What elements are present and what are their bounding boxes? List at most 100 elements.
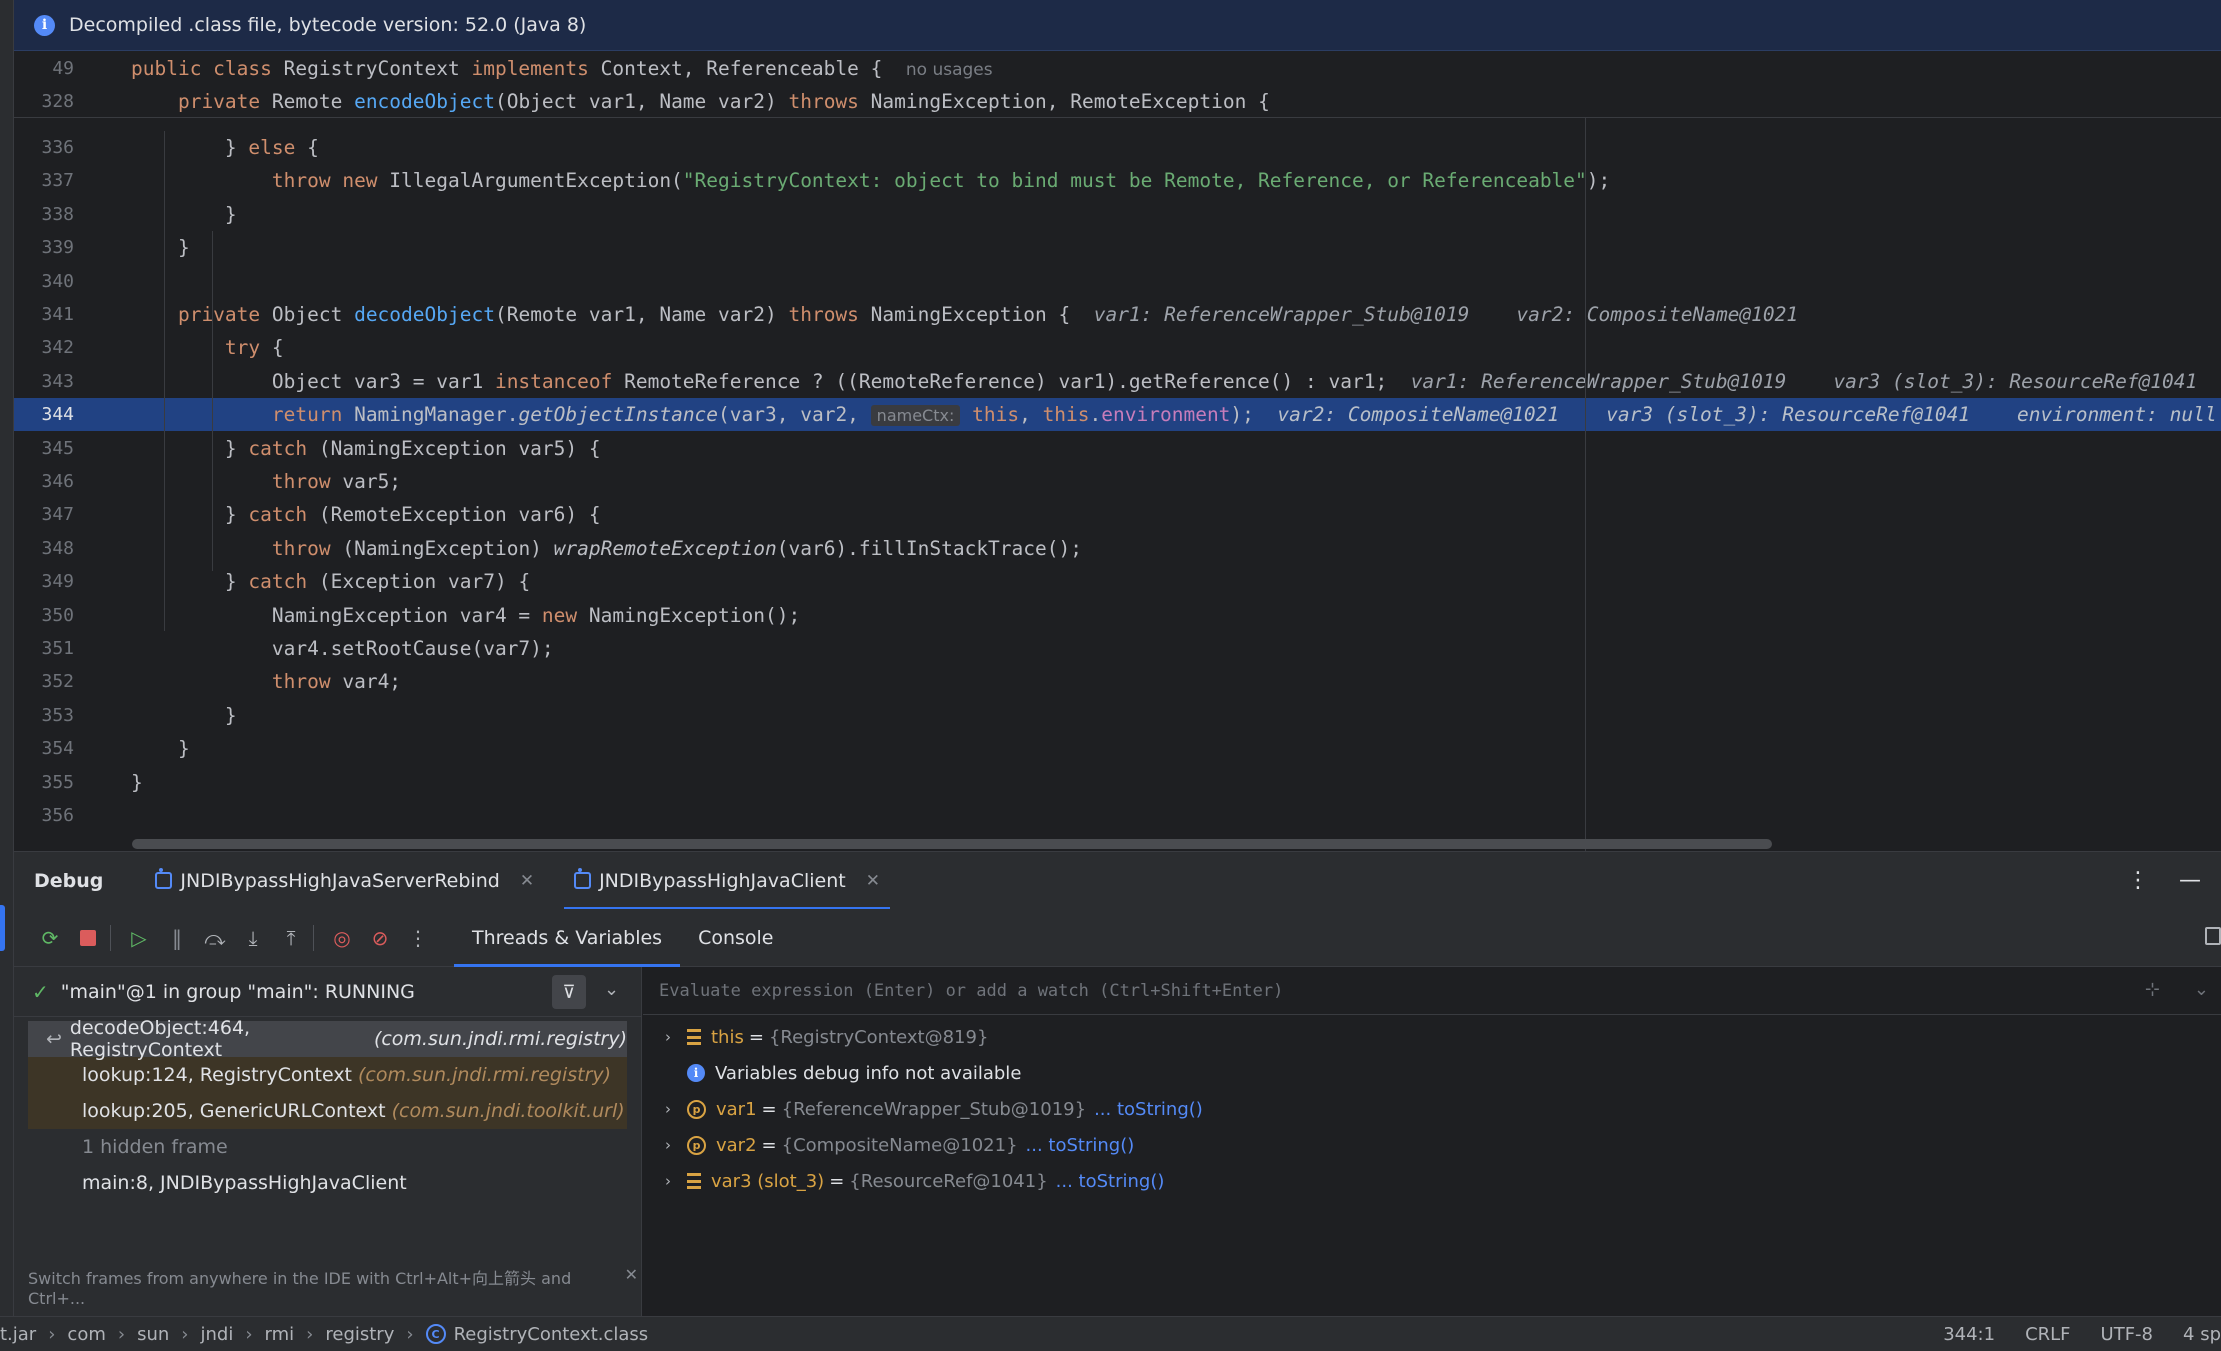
breadcrumb-file[interactable]: RegistryContext.class <box>454 1324 649 1345</box>
evaluate-input[interactable]: Evaluate expression (Enter) or add a wat… <box>643 967 2221 1015</box>
breadcrumb-item[interactable]: com <box>67 1324 105 1345</box>
code-line[interactable]: 342 try { <box>14 331 2221 364</box>
code-line[interactable]: 340 <box>14 265 2221 298</box>
code-line[interactable]: 349 } catch (Exception var7) { <box>14 565 2221 598</box>
line-number[interactable]: 336 <box>14 137 74 158</box>
stack-frame[interactable]: lookup:205, GenericURLContext (com.sun.jn… <box>28 1093 627 1129</box>
line-number[interactable]: 342 <box>14 337 74 358</box>
variable-row[interactable]: › var3 (slot_3) = {ResourceRef@1041} ... toS… <box>643 1163 2221 1199</box>
caret-position[interactable]: 344:1 <box>1943 1324 1995 1345</box>
code-line[interactable]: 345 } catch (NamingException var5) { <box>14 432 2221 465</box>
hidden-frames-toggle[interactable]: 1 hidden frame <box>28 1129 627 1165</box>
line-number[interactable]: 339 <box>14 237 74 258</box>
stop-icon[interactable] <box>72 922 104 954</box>
code-line[interactable]: 336 } else { <box>14 131 2221 164</box>
line-number[interactable]: 344 <box>14 404 74 425</box>
variable-row[interactable]: › p var1 = {ReferenceWrapper_Stub@1019} ... t… <box>643 1091 2221 1127</box>
tab-server-rebind[interactable]: JNDIBypassHighJavaServerRebind ✕ <box>145 852 544 910</box>
pause-icon[interactable]: ‖ <box>161 922 193 954</box>
mute-breakpoints-icon[interactable]: ⊘ <box>364 922 396 954</box>
sticky-header-lines[interactable]: 49 public class RegistryContext implement… <box>14 51 2221 118</box>
code-line[interactable]: 355} <box>14 766 2221 799</box>
close-icon[interactable]: ✕ <box>520 871 534 891</box>
code-editor[interactable]: 49 public class RegistryContext implement… <box>14 51 2221 851</box>
line-separator[interactable]: CRLF <box>2025 1324 2070 1345</box>
code-line[interactable]: 49 public class RegistryContext implement… <box>14 52 2221 85</box>
more-actions-icon[interactable]: ⋮ <box>402 922 434 954</box>
breadcrumb-item[interactable]: jndi <box>200 1324 233 1345</box>
close-icon[interactable]: ✕ <box>625 1265 638 1308</box>
close-icon[interactable]: ✕ <box>866 871 880 891</box>
tostring-link[interactable]: ... toString() <box>1026 1135 1135 1156</box>
variables-info-row[interactable]: i Variables debug info not available <box>643 1055 2221 1091</box>
chevron-right-icon[interactable]: › <box>665 1100 687 1118</box>
breadcrumb-item[interactable]: sun <box>137 1324 169 1345</box>
chevron-right-icon[interactable]: › <box>665 1028 687 1046</box>
stack-frame[interactable]: main:8, JNDIBypassHighJavaClient <box>28 1165 627 1201</box>
line-number[interactable]: 353 <box>14 705 74 726</box>
variable-row[interactable]: › p var2 = {CompositeName@1021} ... toString(… <box>643 1127 2221 1163</box>
line-number[interactable]: 345 <box>14 438 74 459</box>
chevron-down-icon[interactable]: ⌄ <box>604 979 619 1000</box>
thread-selector[interactable]: ✓ "main"@1 in group "main": RUNNING ⊽ ⌄ <box>14 967 641 1017</box>
step-out-icon[interactable]: ⤒ <box>275 922 307 954</box>
stack-frame[interactable]: ↩ decodeObject:464, RegistryContext (com.s… <box>28 1017 627 1061</box>
line-number[interactable]: 337 <box>14 170 74 191</box>
line-number[interactable]: 338 <box>14 204 74 225</box>
line-number[interactable]: 347 <box>14 504 74 525</box>
breadcrumb-item[interactable]: registry <box>325 1324 394 1345</box>
filter-icon[interactable]: ⊽ <box>552 975 586 1009</box>
line-number[interactable]: 352 <box>14 671 74 692</box>
code-line[interactable]: 344 return NamingManager.getObjectInstan… <box>14 398 2221 432</box>
code-line[interactable]: 347 } catch (RemoteException var6) { <box>14 498 2221 531</box>
stack-frame[interactable]: lookup:124, RegistryContext (com.sun.jndi… <box>28 1057 627 1093</box>
line-number[interactable]: 350 <box>14 605 74 626</box>
line-number[interactable]: 49 <box>14 58 74 79</box>
indent-setting[interactable]: 4 sp <box>2183 1324 2221 1345</box>
code-line[interactable]: 338 } <box>14 198 2221 231</box>
code-line[interactable]: 351 var4.setRootCause(var7); <box>14 632 2221 665</box>
breadcrumb-item[interactable]: t.jar <box>0 1324 36 1345</box>
more-options-icon[interactable]: ⋮ <box>2127 868 2149 893</box>
step-over-icon[interactable]: ⤼ <box>199 922 231 954</box>
line-number[interactable]: 340 <box>14 271 74 292</box>
code-line[interactable]: 350 NamingException var4 = new NamingExc… <box>14 599 2221 632</box>
code-line[interactable]: 339 } <box>14 231 2221 264</box>
code-line[interactable]: 356 <box>14 799 2221 832</box>
code-line[interactable]: 353 } <box>14 699 2221 732</box>
layout-icon[interactable] <box>2205 927 2221 945</box>
line-number[interactable]: 341 <box>14 304 74 325</box>
code-line[interactable]: 328 private Remote encodeObject(Object v… <box>14 85 2221 118</box>
breadcrumb-item[interactable]: rmi <box>265 1324 295 1345</box>
line-number[interactable]: 351 <box>14 638 74 659</box>
line-number[interactable]: 343 <box>14 371 74 392</box>
line-number[interactable]: 348 <box>14 538 74 559</box>
minimize-icon[interactable]: — <box>2179 868 2201 893</box>
code-line[interactable]: 354 } <box>14 732 2221 765</box>
tostring-link[interactable]: ... toString() <box>1056 1171 1165 1192</box>
line-number[interactable]: 354 <box>14 738 74 759</box>
variable-row[interactable]: › this = {RegistryContext@819} <box>643 1019 2221 1055</box>
chevron-right-icon[interactable]: › <box>665 1136 687 1154</box>
view-breakpoints-icon[interactable]: ◎ <box>326 922 358 954</box>
code-line[interactable]: 352 throw var4; <box>14 665 2221 698</box>
add-watch-icon[interactable]: ⊹ <box>2145 979 2160 1000</box>
code-line[interactable]: 348 throw (NamingException) wrapRemoteEx… <box>14 532 2221 565</box>
chevron-down-icon[interactable]: ⌄ <box>2194 979 2209 1000</box>
file-encoding[interactable]: UTF-8 <box>2101 1324 2153 1345</box>
tab-client[interactable]: JNDIBypassHighJavaClient ✕ <box>564 852 890 910</box>
code-line[interactable]: 337 throw new IllegalArgumentException("… <box>14 164 2221 197</box>
code-line[interactable]: 341 private Object decodeObject(Remote v… <box>14 298 2221 331</box>
horizontal-scrollbar[interactable] <box>132 839 1772 849</box>
line-number[interactable]: 356 <box>14 805 74 826</box>
code-line[interactable]: 346 throw var5; <box>14 465 2221 498</box>
subtab-threads-variables[interactable]: Threads & Variables <box>454 909 681 967</box>
subtab-console[interactable]: Console <box>680 909 791 967</box>
rerun-icon[interactable]: ⟳ <box>34 922 66 954</box>
chevron-right-icon[interactable]: › <box>665 1172 687 1190</box>
resume-icon[interactable]: ▷ <box>123 922 155 954</box>
line-number[interactable]: 355 <box>14 772 74 793</box>
step-into-icon[interactable]: ⤓ <box>237 922 269 954</box>
code-line[interactable]: 343 Object var3 = var1 instanceof Remote… <box>14 365 2221 398</box>
line-number[interactable]: 328 <box>14 91 74 112</box>
